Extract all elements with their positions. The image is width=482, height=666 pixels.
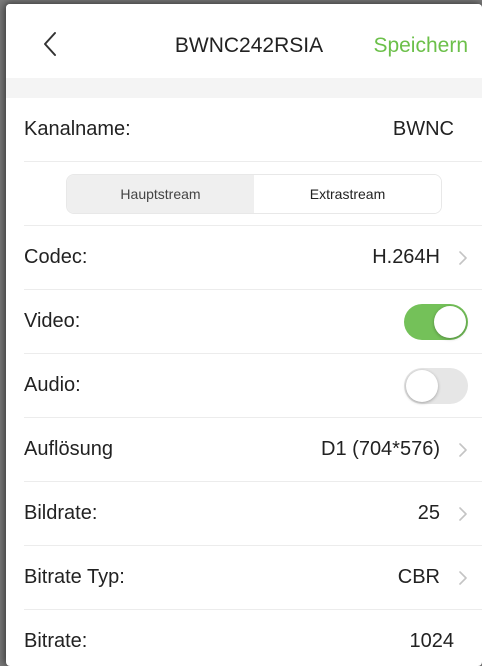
channel-name-label: Kanalname: — [24, 118, 131, 140]
section-separator — [6, 78, 482, 98]
tab-main-stream[interactable]: Hauptstream — [67, 174, 254, 213]
chevron-right-icon — [458, 570, 468, 585]
framerate-row[interactable]: Bildrate: 25 — [24, 482, 482, 546]
chevron-right-icon — [458, 506, 468, 521]
chevron-left-icon — [43, 31, 57, 57]
bitrate-row[interactable]: Bitrate: 1024 — [24, 610, 482, 666]
bitrate-label: Bitrate: — [24, 630, 88, 652]
video-label: Video: — [24, 310, 81, 332]
bitrate-value: 1024 — [409, 630, 455, 652]
tab-extra-stream[interactable]: Extrastream — [254, 174, 441, 213]
navigation-bar: BWNC242RSIA Speichern — [6, 4, 482, 78]
chevron-right-icon — [458, 442, 468, 457]
audio-toggle[interactable] — [404, 367, 468, 404]
codec-value: H.264H — [372, 246, 440, 268]
back-button[interactable] — [36, 26, 64, 62]
audio-label: Audio: — [24, 374, 81, 396]
codec-label: Codec: — [24, 246, 88, 268]
toggle-knob — [434, 305, 466, 338]
chevron-right-icon — [458, 250, 468, 265]
resolution-label: Auflösung — [24, 438, 113, 460]
audio-row: Audio: — [24, 354, 482, 418]
bitrate-type-row[interactable]: Bitrate Typ: CBR — [24, 546, 482, 610]
video-row: Video: — [24, 290, 482, 354]
codec-row[interactable]: Codec: H.264H — [24, 226, 482, 290]
resolution-row[interactable]: Auflösung D1 (704*576) — [24, 418, 482, 482]
video-toggle[interactable] — [404, 303, 468, 340]
bitrate-type-label: Bitrate Typ: — [24, 566, 125, 588]
bitrate-type-value: CBR — [397, 566, 440, 588]
toggle-knob — [406, 369, 438, 402]
framerate-label: Bildrate: — [24, 502, 98, 524]
channel-name-row: Kanalname: BWNC — [24, 98, 482, 162]
stream-segmented-control: Hauptstream Extrastream — [66, 173, 442, 214]
channel-name-value: BWNC — [392, 118, 454, 140]
stream-selector-row: Hauptstream Extrastream — [24, 162, 482, 226]
framerate-value: 25 — [417, 502, 440, 524]
resolution-value: D1 (704*576) — [321, 438, 440, 460]
save-button[interactable]: Speichern — [373, 34, 468, 58]
app-screen: BWNC242RSIA Speichern Kanalname: BWNC Ha… — [6, 4, 482, 666]
